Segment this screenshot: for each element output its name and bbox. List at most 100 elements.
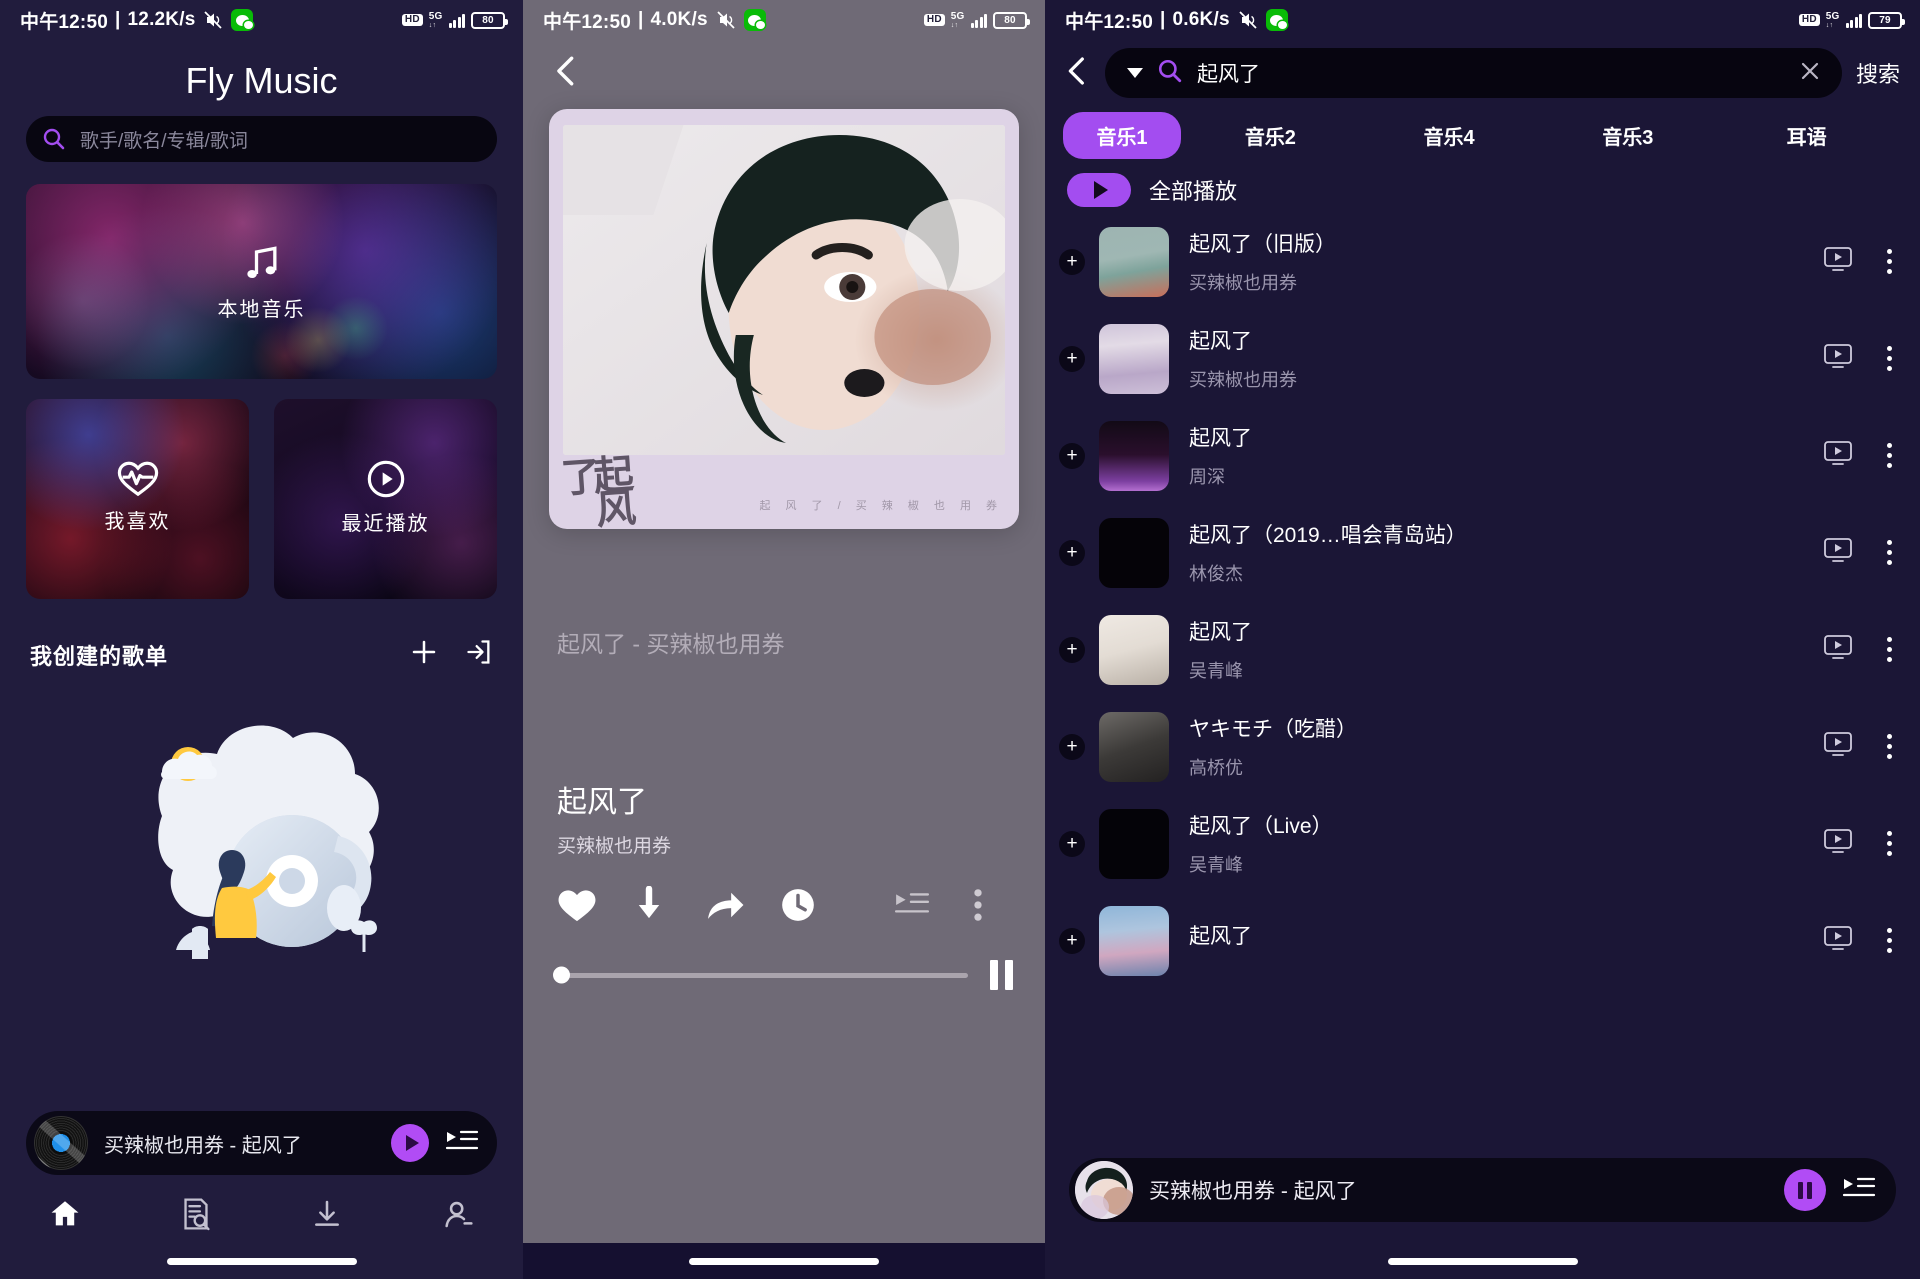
tab-music4[interactable]: 音乐4: [1360, 112, 1539, 159]
play-all-row[interactable]: 全部播放: [1045, 159, 1920, 207]
play-all-label: 全部播放: [1149, 179, 1238, 204]
tab-profile[interactable]: [392, 1198, 523, 1230]
tab-discover[interactable]: [131, 1197, 262, 1231]
more-options-button[interactable]: [1881, 540, 1898, 565]
network-type: 5G ↓↑: [950, 10, 965, 29]
card-favorites-overlay: 我喜欢: [26, 399, 249, 599]
add-to-playlist-button[interactable]: +: [1059, 733, 1085, 760]
more-options-button[interactable]: [1881, 637, 1898, 662]
search-input[interactable]: 歌手/歌名/专辑/歌词: [26, 116, 497, 162]
song-info: 起风了（旧版） 买辣椒也用券: [1189, 228, 1823, 295]
song-title: 起风了（2019…唱会青岛站）: [1189, 524, 1467, 547]
add-to-playlist-button[interactable]: +: [1059, 830, 1085, 857]
search-header: 起风了 搜索: [1045, 40, 1920, 98]
play-all-button[interactable]: [1067, 173, 1131, 207]
back-button[interactable]: [523, 40, 1045, 93]
pause-button[interactable]: [1784, 1169, 1826, 1211]
tab-whisper[interactable]: 耳语: [1717, 112, 1896, 159]
playlist-queue-button[interactable]: [445, 1128, 479, 1159]
song-artist: 周深: [1189, 467, 1225, 487]
artist-avatar-icon: [1075, 1161, 1133, 1219]
mv-screen-icon: [1824, 247, 1852, 271]
card-favorites-label: 我喜欢: [104, 511, 171, 533]
share-arrow-icon: [708, 892, 744, 919]
playlist-queue-button[interactable]: [1842, 1175, 1876, 1206]
music-note-icon: [246, 246, 276, 279]
chevron-down-icon[interactable]: [1127, 68, 1143, 78]
tab-downloads[interactable]: [262, 1198, 393, 1230]
tab-music1[interactable]: 音乐1: [1063, 112, 1181, 159]
pause-button[interactable]: [990, 960, 1013, 990]
tab-home[interactable]: [0, 1197, 131, 1231]
favorite-button[interactable]: [557, 887, 631, 923]
album-bottom-strip: 起风了 起 风 了 / 买 辣 椒 也 用 券: [549, 452, 1019, 529]
more-options-button[interactable]: [1881, 734, 1898, 759]
share-button[interactable]: [705, 888, 779, 922]
mv-button[interactable]: [1823, 731, 1853, 762]
status-left: 中午12:50 | 0.6K/s: [1065, 7, 1288, 34]
mv-button[interactable]: [1823, 828, 1853, 859]
table-row[interactable]: + 起风了 买辣椒也用券: [1045, 310, 1920, 407]
mv-button[interactable]: [1823, 634, 1853, 665]
table-row[interactable]: + 起风了: [1045, 892, 1920, 989]
mv-button[interactable]: [1823, 537, 1853, 568]
player-action-row: [557, 886, 1011, 924]
more-options-button[interactable]: [1881, 346, 1898, 371]
battery-icon: 80: [993, 11, 1030, 29]
mv-button[interactable]: [1823, 343, 1853, 374]
tab-music3[interactable]: 音乐3: [1539, 112, 1718, 159]
album-vinyl-icon: [34, 1116, 88, 1170]
mini-player-home[interactable]: 买辣椒也用券 - 起风了: [26, 1111, 497, 1175]
user-icon: [445, 1201, 473, 1228]
song-title: 起风了: [1189, 925, 1252, 948]
wechat-icon: [743, 9, 766, 31]
mv-button[interactable]: [1823, 246, 1853, 277]
table-row[interactable]: + 起风了（Live） 吴青峰: [1045, 795, 1920, 892]
search-submit-button[interactable]: 搜索: [1856, 57, 1900, 89]
signal-bars-icon: [448, 12, 465, 28]
more-options-button[interactable]: [1881, 831, 1898, 856]
play-button[interactable]: [391, 1124, 429, 1162]
progress-knob[interactable]: [553, 966, 570, 984]
album-art-card[interactable]: 起风了 起 风 了 / 买 辣 椒 也 用 券: [549, 109, 1019, 529]
table-row[interactable]: + 起风了 吴青峰: [1045, 601, 1920, 698]
table-row[interactable]: + 起风了（2019…唱会青岛站） 林俊杰: [1045, 504, 1920, 601]
search-input[interactable]: 起风了: [1105, 48, 1842, 98]
back-button[interactable]: [1063, 55, 1091, 92]
card-recently-played[interactable]: 最近播放: [274, 399, 497, 599]
more-options-button[interactable]: [1881, 928, 1898, 953]
more-options-button[interactable]: [945, 888, 1011, 922]
import-playlist-button[interactable]: [465, 638, 493, 671]
add-playlist-button[interactable]: [409, 637, 439, 672]
add-to-playlist-button[interactable]: +: [1059, 927, 1085, 954]
add-to-playlist-button[interactable]: +: [1059, 539, 1085, 566]
add-to-playlist-button[interactable]: +: [1059, 248, 1085, 275]
more-options-button[interactable]: [1881, 249, 1898, 274]
network-type: 5G ↓↑: [428, 10, 443, 29]
table-row[interactable]: + 起风了（旧版） 买辣椒也用券: [1045, 213, 1920, 310]
home-indicator: [689, 1258, 879, 1265]
playlist-queue-button[interactable]: [879, 891, 945, 919]
sleep-timer-button[interactable]: [779, 886, 853, 924]
card-local-music[interactable]: 本地音乐: [26, 184, 497, 379]
add-to-playlist-button[interactable]: +: [1059, 636, 1085, 663]
mv-button[interactable]: [1823, 925, 1853, 956]
clock-icon: [782, 889, 814, 921]
progress-slider[interactable]: [553, 966, 968, 984]
add-to-playlist-button[interactable]: +: [1059, 442, 1085, 469]
card-favorites[interactable]: 我喜欢: [26, 399, 249, 599]
song-title: 起风了: [1189, 427, 1252, 450]
song-artist: 吴青峰: [1189, 855, 1243, 875]
table-row[interactable]: + ヤキモチ（吃醋） 高桥优: [1045, 698, 1920, 795]
mv-button[interactable]: [1823, 440, 1853, 471]
album-thumbnail: [1099, 711, 1169, 782]
more-options-button[interactable]: [1881, 443, 1898, 468]
clear-search-button[interactable]: [1798, 59, 1822, 88]
mini-player-search[interactable]: 买辣椒也用券 - 起风了: [1069, 1158, 1896, 1222]
network-type: 5G ↓↑: [1825, 10, 1840, 29]
table-row[interactable]: + 起风了 周深: [1045, 407, 1920, 504]
status-sep: |: [115, 9, 121, 30]
tab-music2[interactable]: 音乐2: [1181, 112, 1360, 159]
add-to-playlist-button[interactable]: +: [1059, 345, 1085, 372]
download-button[interactable]: [631, 886, 705, 924]
